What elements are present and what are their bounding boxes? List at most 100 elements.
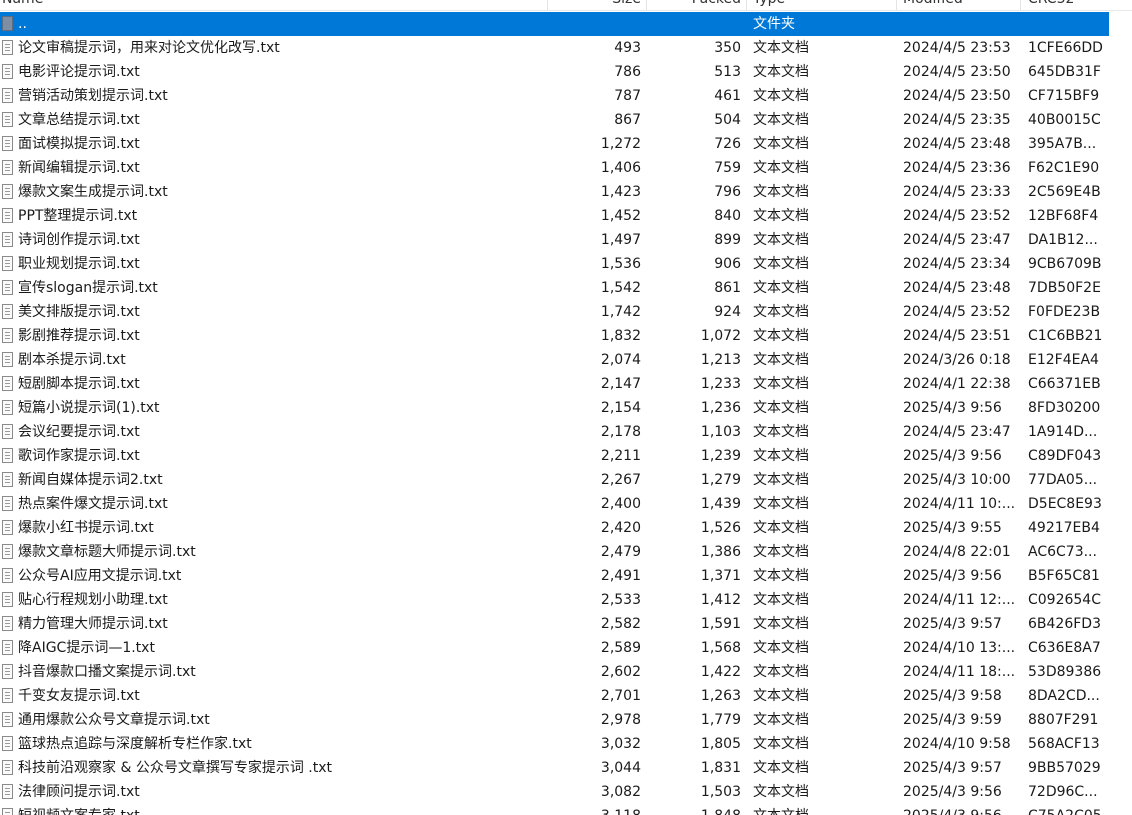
row-size: 3,118 [548, 804, 647, 815]
column-divider[interactable] [547, 0, 548, 10]
text-file-icon [2, 424, 13, 439]
column-size[interactable]: Size [548, 0, 647, 10]
file-row[interactable]: 短篇小说提示词(1).txt 2,154 1,236 文本文档 2025/4/3 9:5… [0, 396, 1132, 420]
row-size: 2,267 [600, 472, 641, 488]
file-row[interactable]: 美文排版提示词.txt 1,742 924 文本文档 2024/4/5 23:52 F0F… [0, 300, 1132, 324]
file-row[interactable]: 短视频文案专家.txt 3,1181,848文本文档2025/4/3 9:56C7… [0, 804, 1132, 815]
row-packed: 1,072 [700, 328, 741, 344]
parent-folder-icon [2, 16, 13, 31]
row-packed: 1,103 [700, 424, 741, 440]
column-divider[interactable] [746, 0, 747, 10]
row-modified: 2024/4/1 22:38 [903, 376, 1011, 392]
file-row[interactable]: 电影评论提示词.txt 786 513 文本文档 2024/4/5 23:50 645DB… [0, 60, 1132, 84]
file-row[interactable]: 论文审稿提示词，用来对论文优化改写.txt 493 350 文本文档 2024/4/5 … [0, 36, 1132, 60]
file-row[interactable]: 法律顾问提示词.txt 3,082 1,503 文本文档 2025/4/3 9:56 72… [0, 780, 1132, 804]
row-type: 文本文档 [753, 208, 809, 224]
row-modified: 2024/4/5 23:51 [903, 328, 1011, 344]
row-size: 2,589 [600, 640, 641, 656]
column-packed[interactable]: Packed [647, 0, 747, 10]
file-row[interactable]: 影剧推荐提示词.txt 1,832 1,072 文本文档 2024/4/5 23:51 C… [0, 324, 1132, 348]
column-name[interactable]: Name [0, 0, 548, 10]
row-size: 3,032 [600, 736, 641, 752]
row-name: 面试模拟提示词.txt [18, 136, 140, 152]
row-name-cell: 面试模拟提示词.txt [0, 132, 548, 156]
row-packed: 350 [714, 40, 741, 56]
file-row[interactable]: 降AIGC提示词—1.txt 2,589 1,568 文本文档 2024/4/10 13… [0, 636, 1132, 660]
row-size: 2,602 [600, 664, 641, 680]
row-packed: 1,439 [700, 496, 741, 512]
row-size: 2,479 [600, 544, 641, 560]
column-modified[interactable]: Modified [897, 0, 1021, 10]
file-row[interactable]: 爆款小红书提示词.txt 2,420 1,526 文本文档 2025/4/3 9:55 4… [0, 516, 1132, 540]
file-row[interactable]: 通用爆款公众号文章提示词.txt 2,978 1,779 文本文档 2025/4/3 9… [0, 708, 1132, 732]
row-size: 2,074 [600, 352, 641, 368]
row-type: 文本文档 [753, 520, 809, 536]
file-row[interactable]: 营销活动策划提示词.txt 787 461 文本文档 2024/4/5 23:50 CF7… [0, 84, 1132, 108]
file-row[interactable]: 会议纪要提示词.txt 2,178 1,103 文本文档 2024/4/5 23:47 1… [0, 420, 1132, 444]
file-row[interactable]: 抖音爆款口播文案提示词.txt 2,602 1,422 文本文档 2024/4/11 1… [0, 660, 1132, 684]
row-modified: 2025/4/3 10:00 [903, 472, 1011, 488]
column-crc[interactable]: CRC32 [1021, 0, 1113, 10]
file-row[interactable]: 剧本杀提示词.txt 2,074 1,213 文本文档 2024/3/26 0:18 E1… [0, 348, 1132, 372]
row-modified: 2024/4/5 23:52 [903, 208, 1011, 224]
text-file-icon [2, 352, 13, 367]
file-row[interactable]: 文章总结提示词.txt 867 504 文本文档 2024/4/5 23:35 40B00… [0, 108, 1132, 132]
row-crc: AC6C73... [1028, 544, 1097, 560]
file-row[interactable]: 短剧脚本提示词.txt 2,147 1,233 文本文档 2024/4/1 22:38 C… [0, 372, 1132, 396]
file-row[interactable]: 科技前沿观察家 & 公众号文章撰写专家提示词 .txt 3,044 1,831 文本文… [0, 756, 1132, 780]
row-type: 文本文档 [753, 712, 809, 728]
row-packed: 759 [714, 160, 741, 176]
file-row[interactable]: 面试模拟提示词.txt 1,272 726 文本文档 2024/4/5 23:48 395… [0, 132, 1132, 156]
row-name: PPT整理提示词.txt [18, 208, 138, 224]
file-row[interactable]: PPT整理提示词.txt 1,452 840 文本文档 2024/4/5 23:52 12… [0, 204, 1132, 228]
row-name: 贴心行程规划小助理.txt [18, 592, 168, 608]
row-crc: 49217EB4 [1028, 520, 1100, 536]
text-file-icon [2, 544, 13, 559]
row-name-cell: 短视频文案专家.txt [0, 804, 548, 815]
row-packed: 1,831 [700, 760, 741, 776]
row-name-cell: 歌词作家提示词.txt [0, 444, 548, 468]
column-divider[interactable] [1020, 0, 1021, 10]
column-divider[interactable] [646, 0, 647, 10]
file-row[interactable]: 诗词创作提示词.txt 1,497 899 文本文档 2024/4/5 23:47 DA1… [0, 228, 1132, 252]
row-size: 2,178 [600, 424, 641, 440]
file-row[interactable]: 爆款文章标题大师提示词.txt 2,479 1,386 文本文档 2024/4/8 22… [0, 540, 1132, 564]
row-modified: 2024/3/26 0:18 [903, 352, 1011, 368]
row-packed: 1,779 [700, 712, 741, 728]
file-row[interactable]: 宣传slogan提示词.txt 1,542 861 文本文档 2024/4/5 23:4… [0, 276, 1132, 300]
file-row[interactable]: 爆款文案生成提示词.txt 1,423 796 文本文档 2024/4/5 23:33 2… [0, 180, 1132, 204]
file-row[interactable]: 热点案件爆文提示词.txt 2,400 1,439 文本文档 2024/4/11 10:… [0, 492, 1132, 516]
file-row[interactable]: 新闻自媒体提示词2.txt 2,267 1,279 文本文档 2025/4/3 10:0… [0, 468, 1132, 492]
row-size: 787 [614, 88, 641, 104]
column-type[interactable]: Type [747, 0, 897, 10]
row-packed: 1,279 [700, 472, 741, 488]
row-crc: 7DB50F2E [1028, 280, 1101, 296]
file-row[interactable]: 职业规划提示词.txt 1,536 906 文本文档 2024/4/5 23:34 9CB… [0, 252, 1132, 276]
text-file-icon [2, 40, 13, 55]
row-crc: 395A7B... [1028, 136, 1097, 152]
row-packed: 906 [714, 256, 741, 272]
row-name: 影剧推荐提示词.txt [18, 328, 140, 344]
row-size: 2,533 [600, 592, 641, 608]
row-name: 千变女友提示词.txt [18, 688, 140, 704]
file-row[interactable]: 千变女友提示词.txt 2,701 1,263 文本文档 2025/4/3 9:58 8D… [0, 684, 1132, 708]
text-file-icon [2, 64, 13, 79]
file-row[interactable]: 新闻编辑提示词.txt 1,406 759 文本文档 2024/4/5 23:36 F62… [0, 156, 1132, 180]
file-row[interactable]: 歌词作家提示词.txt 2,211 1,239 文本文档 2025/4/3 9:56 C8… [0, 444, 1132, 468]
row-packed: 1,848 [647, 804, 747, 815]
file-row[interactable]: 篮球热点追踪与深度解析专栏作家.txt 3,032 1,805 文本文档 2024/4/… [0, 732, 1132, 756]
row-crc: 9BB57029 [1028, 760, 1101, 776]
row-name-cell: 千变女友提示词.txt [0, 684, 548, 708]
text-file-icon [2, 448, 13, 463]
file-row[interactable]: 公众号AI应用文提示词.txt 2,491 1,371 文本文档 2025/4/3 9:… [0, 564, 1132, 588]
row-name-cell: 营销活动策划提示词.txt [0, 84, 548, 108]
parent-folder-row[interactable]: .. 文件夹 [0, 12, 1132, 36]
column-divider[interactable] [896, 0, 897, 10]
text-file-icon [2, 232, 13, 247]
row-modified: 2024/4/5 23:33 [903, 184, 1011, 200]
file-row[interactable]: 贴心行程规划小助理.txt 2,533 1,412 文本文档 2024/4/11 12:… [0, 588, 1132, 612]
row-packed: 1,591 [700, 616, 741, 632]
row-modified: 2024/4/5 23:50 [903, 64, 1011, 80]
file-row[interactable]: 精力管理大师提示词.txt 2,582 1,591 文本文档 2025/4/3 9:57… [0, 612, 1132, 636]
row-size: 786 [614, 64, 641, 80]
